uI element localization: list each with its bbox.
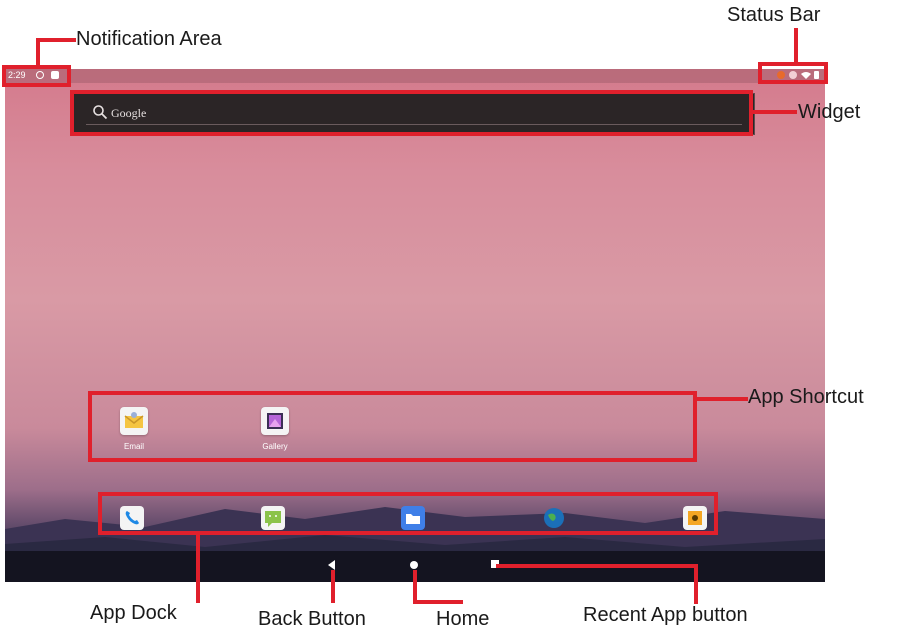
notification-area-highlight — [2, 65, 71, 87]
recent-app-button-callout: Recent App button — [583, 604, 748, 626]
app-shortcut-connector — [696, 397, 748, 401]
app-dock-callout: App Dock — [90, 602, 177, 624]
app-dock-highlight — [98, 492, 718, 535]
app-shortcut-highlight — [88, 391, 697, 462]
home-connector-h — [413, 600, 463, 604]
app-dock-connector — [196, 533, 200, 603]
back-icon[interactable] — [328, 560, 335, 570]
home-callout: Home — [436, 608, 490, 630]
recent-app-connector — [694, 564, 698, 604]
app-shortcut-callout: App Shortcut — [748, 386, 864, 408]
notification-area-connector — [36, 38, 40, 68]
status-bar-callout: Status Bar — [727, 4, 821, 26]
home-connector — [413, 570, 417, 603]
status-bar-connector — [794, 28, 798, 64]
status-bar-highlight — [758, 62, 828, 84]
back-button-connector — [331, 570, 335, 603]
widget-callout: Widget — [798, 101, 861, 123]
notification-area-callout: Notification Area — [76, 28, 222, 50]
notification-area-connector-h — [36, 38, 76, 42]
widget-highlight — [70, 90, 753, 136]
status-bar[interactable]: 2:29 — [5, 69, 825, 83]
back-button-callout: Back Button — [258, 608, 366, 630]
home-icon[interactable] — [410, 561, 418, 569]
recent-app-connector-h — [496, 564, 698, 568]
widget-connector — [752, 110, 797, 114]
